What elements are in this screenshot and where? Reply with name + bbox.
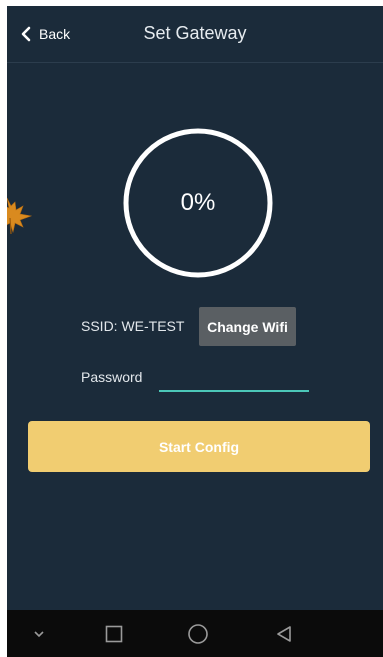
app-screen: Back Set Gateway 0% SSID: WE-TEST Change…: [7, 6, 383, 657]
header-bar: Back Set Gateway: [7, 6, 383, 63]
start-config-button[interactable]: Start Config: [28, 421, 370, 472]
system-nav-bar: [7, 610, 383, 657]
square-icon: [105, 625, 123, 642]
chevron-down-icon: [34, 630, 44, 637]
change-wifi-button[interactable]: Change Wifi: [199, 307, 296, 346]
nav-recents-button[interactable]: [94, 610, 134, 657]
nav-menu-button[interactable]: [19, 610, 59, 657]
maple-leaf-icon: [7, 197, 33, 235]
progress-percentage: 0%: [180, 189, 216, 216]
ssid-label: SSID: WE-TEST: [81, 318, 185, 334]
circle-icon: [188, 623, 208, 644]
password-label: Password: [81, 369, 143, 385]
triangle-back-icon: [277, 625, 291, 642]
page-title: Set Gateway: [143, 23, 247, 43]
nav-home-button[interactable]: [178, 610, 218, 657]
nav-back-button[interactable]: [264, 610, 304, 657]
password-input[interactable]: [159, 364, 309, 392]
